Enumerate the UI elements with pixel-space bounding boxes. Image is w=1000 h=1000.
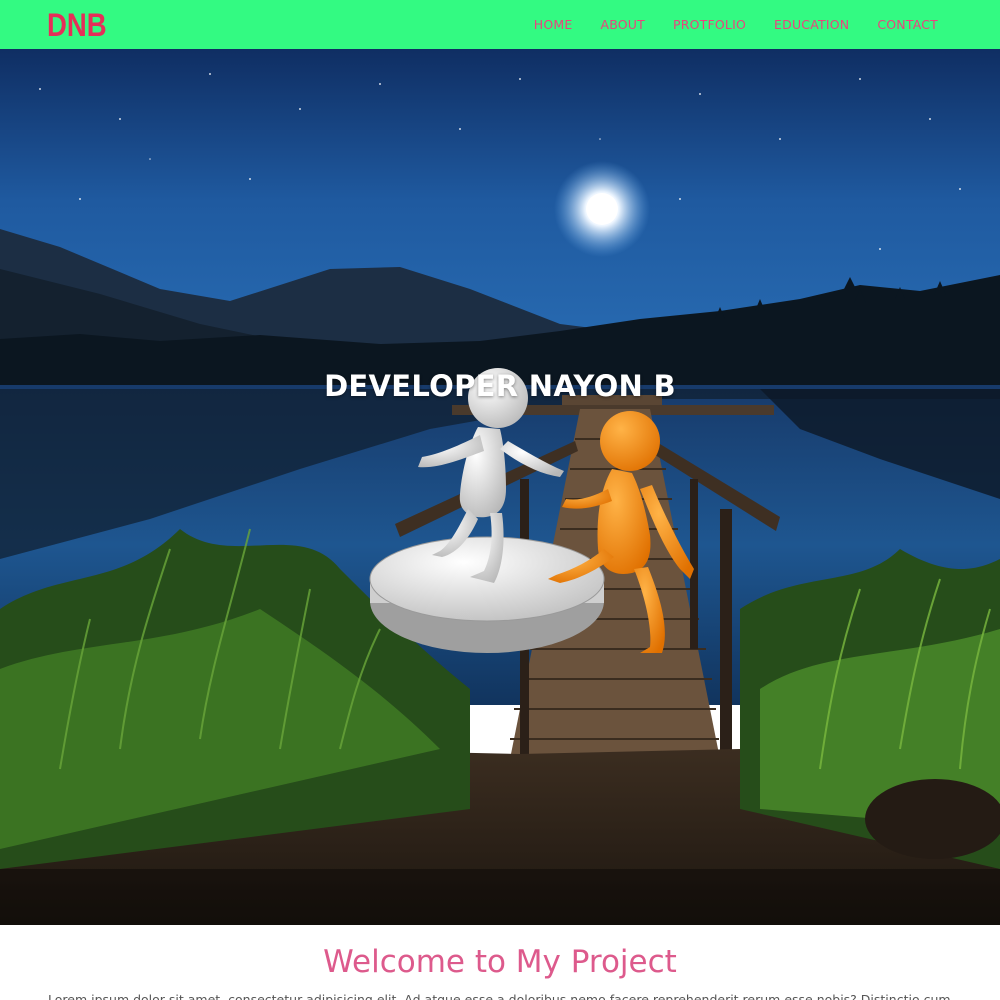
welcome-body-text: Lorem ipsum dolor sit amet, consectetur … <box>48 992 951 1000</box>
hero-title: DEVELOPER NAYON B <box>324 369 676 403</box>
hero-section: DEVELOPER NAYON B <box>0 49 1000 925</box>
nav-link-contact[interactable]: CONTACT <box>877 17 938 32</box>
nav-links: HOME ABOUT PROTFOLIO EDUCATION CONTACT <box>506 0 938 49</box>
nav-link-portfolio[interactable]: PROTFOLIO <box>673 17 746 32</box>
hero-background-image <box>0 49 1000 925</box>
nav-link-education[interactable]: EDUCATION <box>774 17 849 32</box>
nav-link-about[interactable]: ABOUT <box>600 17 645 32</box>
nav-link-home[interactable]: HOME <box>534 17 573 32</box>
top-navbar: DNB HOME ABOUT PROTFOLIO EDUCATION CONTA… <box>0 0 1000 49</box>
site-logo[interactable]: DNB <box>47 7 107 44</box>
welcome-heading: Welcome to My Project <box>323 944 677 980</box>
